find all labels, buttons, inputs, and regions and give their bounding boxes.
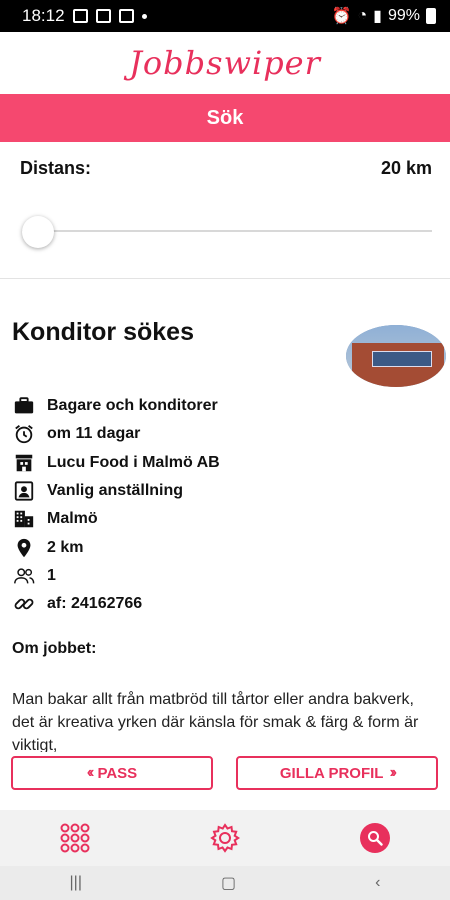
detail-reference-text[interactable]: af: 24162766	[47, 595, 142, 613]
back-icon[interactable]: ‹	[375, 874, 380, 892]
detail-deadline-text: om 11 dagar	[47, 425, 141, 443]
person-badge-icon	[12, 480, 36, 502]
app-header: Jobbswiper	[0, 32, 450, 94]
link-icon	[12, 593, 36, 615]
detail-positions: 1	[12, 562, 432, 590]
briefcase-icon	[12, 395, 36, 417]
detail-city: Malmö	[12, 505, 432, 533]
slider-track	[22, 230, 432, 232]
notification-icon	[72, 9, 88, 23]
bottom-nav	[0, 810, 450, 866]
detail-distance: 2 km	[12, 533, 432, 561]
image-icon	[95, 9, 111, 23]
signal-icon: ▮	[373, 8, 382, 25]
about-heading: Om jobbet:	[12, 640, 97, 657]
grid-icon	[60, 823, 90, 853]
distance-value: 20 km	[380, 158, 432, 178]
recent-apps-icon[interactable]: |||	[70, 874, 82, 892]
store-icon	[12, 452, 36, 474]
company-logo[interactable]	[346, 325, 446, 387]
slider-thumb[interactable]	[22, 216, 54, 248]
detail-reference[interactable]: af: 24162766	[12, 590, 432, 618]
detail-employment-type-text: Vanlig anställning	[47, 482, 184, 500]
double-chevron-left-icon: ‹‹	[86, 764, 94, 781]
detail-deadline: om 11 dagar	[12, 420, 432, 448]
job-title: Konditor sökes	[12, 318, 194, 346]
nav-grid[interactable]	[55, 818, 95, 858]
divider	[0, 278, 450, 279]
more-notifications-icon	[141, 13, 147, 19]
like-profile-button-label: GILLA PROFIL	[279, 764, 384, 782]
linkedin-icon	[118, 9, 134, 23]
status-bar: 18:12 ⏰ ◔ ▮ 99%	[0, 0, 450, 32]
battery-icon	[426, 8, 436, 24]
status-time: 18:12	[22, 6, 65, 25]
app-logo: Jobbswiper	[129, 44, 321, 82]
distance-label: Distans:	[20, 158, 92, 178]
people-icon	[12, 565, 36, 587]
nav-search[interactable]	[355, 818, 395, 858]
detail-category-text: Bagare och konditorer	[47, 397, 218, 415]
job-details: Bagare och konditorer om 11 dagar Lucu F…	[12, 392, 432, 618]
wifi-icon: ◔	[357, 7, 368, 24]
detail-city-text: Malmö	[47, 510, 98, 528]
nav-settings[interactable]	[205, 818, 245, 858]
double-chevron-right-icon: ››	[389, 764, 396, 781]
detail-category: Bagare och konditorer	[12, 392, 432, 420]
system-nav-bar: ||| ▢ ‹	[0, 866, 450, 900]
pass-button[interactable]: ‹‹ PASS	[11, 756, 213, 790]
detail-employer: Lucu Food i Malmö AB	[12, 449, 432, 477]
pass-button-label: PASS	[97, 764, 138, 782]
city-icon	[12, 508, 36, 530]
battery-level: 99%	[387, 7, 420, 24]
search-tab-label: Sök	[206, 106, 244, 129]
detail-positions-text: 1	[47, 566, 56, 584]
about-text: Man bakar allt från matbröd till tårtor …	[12, 691, 419, 752]
distance-slider[interactable]	[22, 216, 432, 248]
location-pin-icon	[12, 537, 36, 559]
search-tab[interactable]: Sök	[0, 94, 450, 142]
detail-employer-text: Lucu Food i Malmö AB	[47, 453, 220, 471]
gear-icon	[210, 823, 241, 853]
alarm-clock-icon	[12, 423, 36, 445]
like-profile-button[interactable]: GILLA PROFIL ››	[236, 756, 438, 790]
alarm-icon: ⏰	[331, 8, 352, 25]
detail-distance-text: 2 km	[47, 538, 84, 556]
search-icon	[360, 823, 390, 853]
detail-employment-type: Vanlig anställning	[12, 477, 432, 505]
home-icon[interactable]: ▢	[221, 873, 236, 893]
distance-row: Distans: 20 km	[20, 158, 432, 179]
